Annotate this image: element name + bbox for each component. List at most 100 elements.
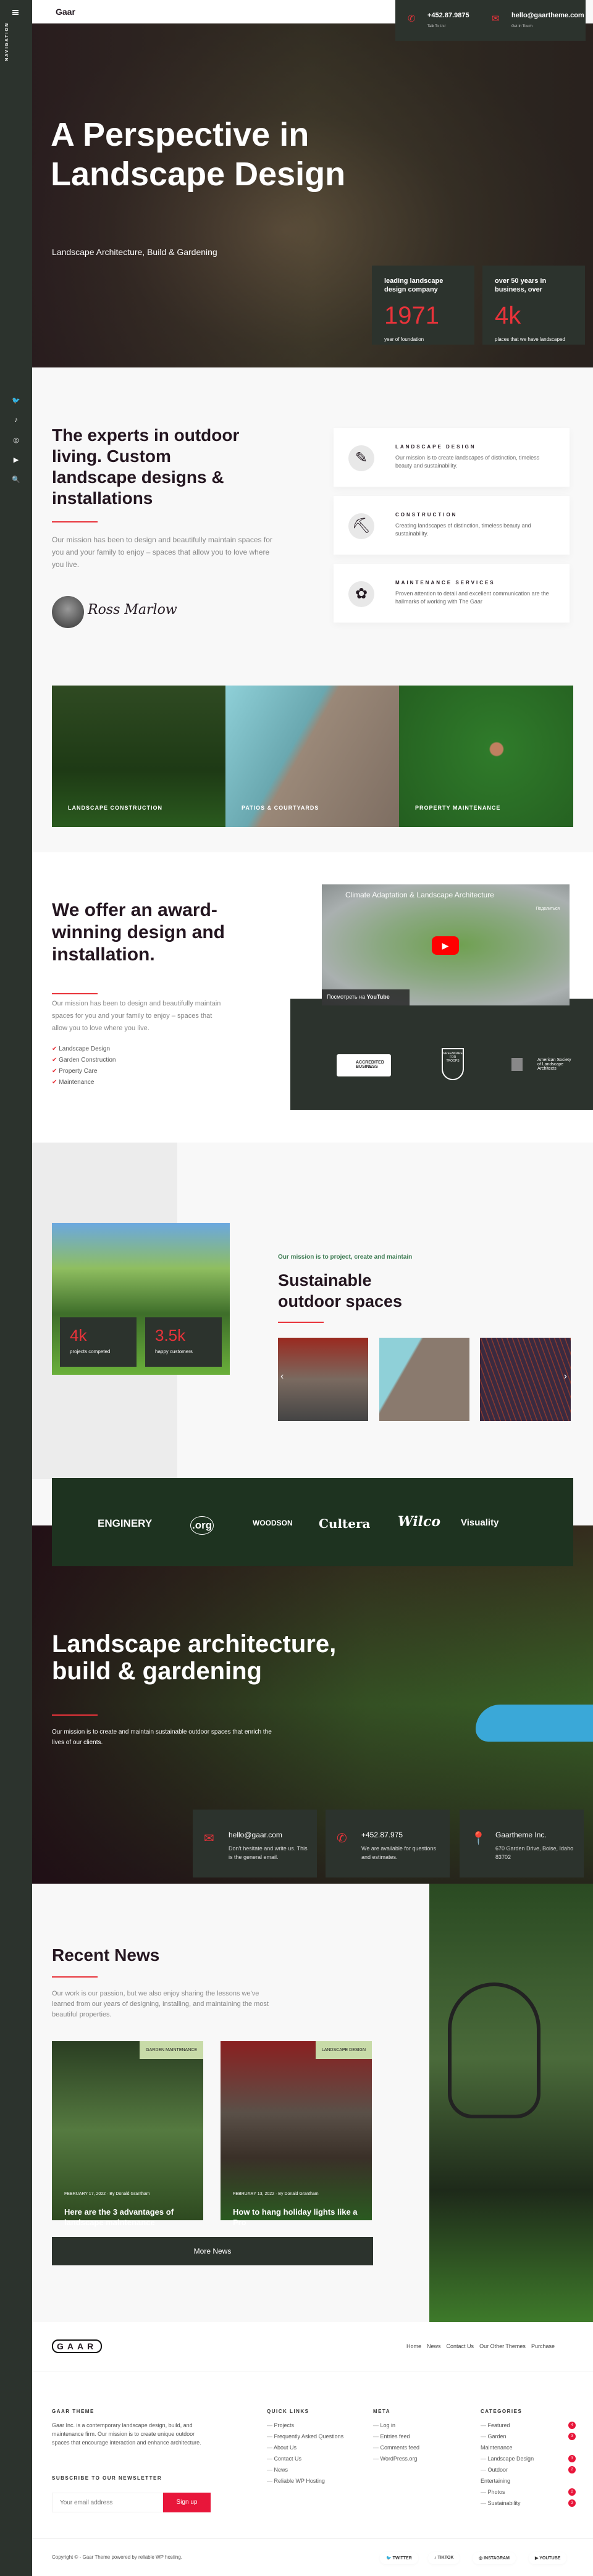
header-phone[interactable]: +452.87.9875 Talk To Us! <box>427 12 469 30</box>
footer-youtube[interactable]: ▶ YOUTUBE <box>529 2552 567 2564</box>
service-card: ✎ LANDSCAPE DESIGN Our mission is to creat… <box>334 428 570 487</box>
ruler-pencil-icon: ✎ <box>348 445 374 471</box>
news-card[interactable]: GARDEN MAINTENANCE FEBRUARY 17, 2022 · B… <box>52 2041 203 2227</box>
list-item: Garden Construction <box>52 1055 116 1066</box>
video-embed[interactable]: Climate Adaptation & Landscape Architect… <box>322 884 570 1005</box>
tiktok-icon[interactable]: ♪ <box>0 416 32 424</box>
copyright: Copyright © - Gaar Theme powered by reli… <box>52 2554 183 2560</box>
divider <box>52 1976 98 1978</box>
count-badge: 3 <box>568 2433 576 2440</box>
header-email[interactable]: hello@gaartheme.com Get In Touch <box>511 12 584 30</box>
post-title[interactable]: How to hang holiday lights like a Pro <box>233 2207 363 2228</box>
footer-nav-home[interactable]: Home <box>406 2343 421 2349</box>
category-item[interactable]: Sustainability 3 <box>481 2498 576 2509</box>
gallery-label: PATIOS & COURTYARDS <box>242 805 319 811</box>
share-button[interactable]: Поделиться <box>536 907 560 911</box>
footer-twitter[interactable]: 🐦 TWITTER <box>380 2552 418 2564</box>
navigation-label[interactable]: NAVIGATION <box>5 22 15 61</box>
search-icon[interactable]: 🔍 <box>0 476 32 484</box>
service-card: ✿ MAINTENANCE SERVICES Proven attention to… <box>334 564 570 623</box>
header: Gaar <box>32 0 395 23</box>
social-label: INSTAGRAM <box>484 2556 510 2561</box>
stat-value: 1971 <box>384 302 439 329</box>
news-card[interactable]: LANDSCAPE DESIGN FEBRUARY 13, 2022 · By … <box>221 2041 372 2227</box>
instagram-icon[interactable]: ◎ <box>0 436 32 444</box>
instagram-icon: ◎ <box>479 2556 484 2561</box>
service-card: ⛏ CONSTRUCTION Creating landscapes of dist… <box>334 496 570 555</box>
categories-heading: CATEGORIES <box>481 2409 523 2414</box>
about-heading: GAAR THEME <box>52 2409 95 2414</box>
carousel-thumb[interactable]: › <box>480 1338 571 1421</box>
footer-logo[interactable]: GAAR <box>52 2339 103 2353</box>
mission-image: 4k projects competed 3.5k happy customers <box>52 1223 230 1375</box>
post-title[interactable]: Here are the 3 advantages of landscape m… <box>64 2207 194 2228</box>
menu-icon[interactable] <box>12 10 19 15</box>
footer-link[interactable]: Projects <box>267 2420 343 2431</box>
partners-band: ENGINERY .org WOODSON Cultera Wilco Visu… <box>52 1478 573 1566</box>
footer-link[interactable]: Contact Us <box>267 2453 343 2464</box>
partner-logo: Cultera <box>319 1516 371 1531</box>
footer-nav-themes[interactable]: Our Other Themes <box>479 2343 526 2349</box>
watch-on-youtube[interactable]: Посмотреть на YouTube <box>322 989 410 1005</box>
footer-nav-news[interactable]: News <box>427 2343 441 2349</box>
footer-link[interactable]: Comments feed <box>373 2442 420 2453</box>
gallery-item[interactable]: LANDSCAPE CONSTRUCTION <box>52 686 225 827</box>
category-item[interactable]: Landscape Design 3 <box>481 2453 576 2464</box>
gallery-item[interactable]: PATIOS & COURTYARDS <box>225 686 399 827</box>
architecture-text: Our mission is to create and maintain su… <box>52 1729 272 1746</box>
contact-title[interactable]: +452.87.975 <box>361 1831 403 1839</box>
social-label: TWITTER <box>392 2556 412 2561</box>
gallery-item[interactable]: PROPERTY MAINTENANCE <box>399 686 573 827</box>
meta-heading: META <box>373 2409 391 2414</box>
footer-link[interactable]: Frequently Asked Questions <box>267 2431 344 2442</box>
category-item[interactable]: Featured 4 <box>481 2420 576 2431</box>
category-item[interactable]: Garden Maintenance 3 <box>481 2431 576 2453</box>
more-news-button[interactable]: More News <box>52 2237 373 2265</box>
email-caption: Get In Touch <box>511 25 532 28</box>
chevron-left-icon[interactable]: ‹ <box>280 1371 284 1382</box>
carousel-thumb[interactable]: ‹ <box>278 1338 368 1421</box>
news-title: Recent News <box>52 1945 160 1965</box>
partner-logo: Wilco <box>398 1514 441 1530</box>
category-tag[interactable]: LANDSCAPE DESIGN <box>315 2041 372 2059</box>
chevron-right-icon[interactable]: › <box>564 1371 567 1382</box>
category-name: Featured <box>487 2422 510 2428</box>
stat-box: leading landscape design company 1971 ye… <box>372 266 474 345</box>
youtube-icon[interactable]: ▶ <box>0 456 32 464</box>
email-input[interactable] <box>52 2493 163 2512</box>
contact-title[interactable]: hello@gaar.com <box>229 1831 282 1839</box>
count-badge: 2 <box>568 2488 576 2496</box>
footer-instagram[interactable]: ◎ INSTAGRAM <box>473 2552 516 2564</box>
footer-link[interactable]: Reliable WP Hosting <box>267 2475 343 2486</box>
stat-box: over 50 years in business, over 4k place… <box>482 266 585 345</box>
youtube-logo: YouTube <box>366 994 390 1000</box>
signup-button[interactable]: Sign up <box>163 2493 211 2512</box>
footer-tiktok[interactable]: ♪ TIKTOK <box>428 2552 460 2564</box>
category-name: Sustainability <box>487 2500 521 2506</box>
footer-nav-purchase[interactable]: Purchase <box>531 2343 555 2349</box>
carousel-thumb[interactable] <box>379 1338 469 1421</box>
category-item[interactable]: Outdoor Entertaining 2 <box>481 2464 576 2486</box>
phone-caption: Talk To Us! <box>427 25 446 28</box>
play-icon[interactable]: ▶ <box>432 936 459 955</box>
footer-link[interactable]: News <box>267 2464 343 2475</box>
mission-kicker: Our mission is to project, create and ma… <box>278 1254 413 1261</box>
award-text: Our mission has been to design and beaut… <box>52 1000 221 1032</box>
count-badge: 3 <box>568 2455 576 2462</box>
stat-caption: places that we have landscaped <box>495 337 565 342</box>
partner-logo: ENGINERY <box>98 1517 153 1529</box>
category-tag[interactable]: GARDEN MAINTENANCE <box>140 2041 203 2059</box>
news-side-image <box>429 1884 593 2322</box>
count-badge: 3 <box>568 2499 576 2507</box>
footer-link[interactable]: WordPress.org <box>373 2453 419 2464</box>
twitter-icon[interactable]: 🐦 <box>0 396 32 405</box>
footer-link[interactable]: About Us <box>267 2442 343 2453</box>
phone-icon: ✆ <box>408 14 416 24</box>
footer-link[interactable]: Entries feed <box>373 2431 419 2442</box>
social-label: YOUTUBE <box>539 2556 561 2561</box>
footer-link[interactable]: Log in <box>373 2420 419 2431</box>
video-title[interactable]: Climate Adaptation & Landscape Architect… <box>345 891 494 899</box>
logo[interactable]: Gaar <box>56 7 75 17</box>
footer-nav-contact[interactable]: Contact Us <box>447 2343 474 2349</box>
category-item[interactable]: Photos 2 <box>481 2486 576 2498</box>
